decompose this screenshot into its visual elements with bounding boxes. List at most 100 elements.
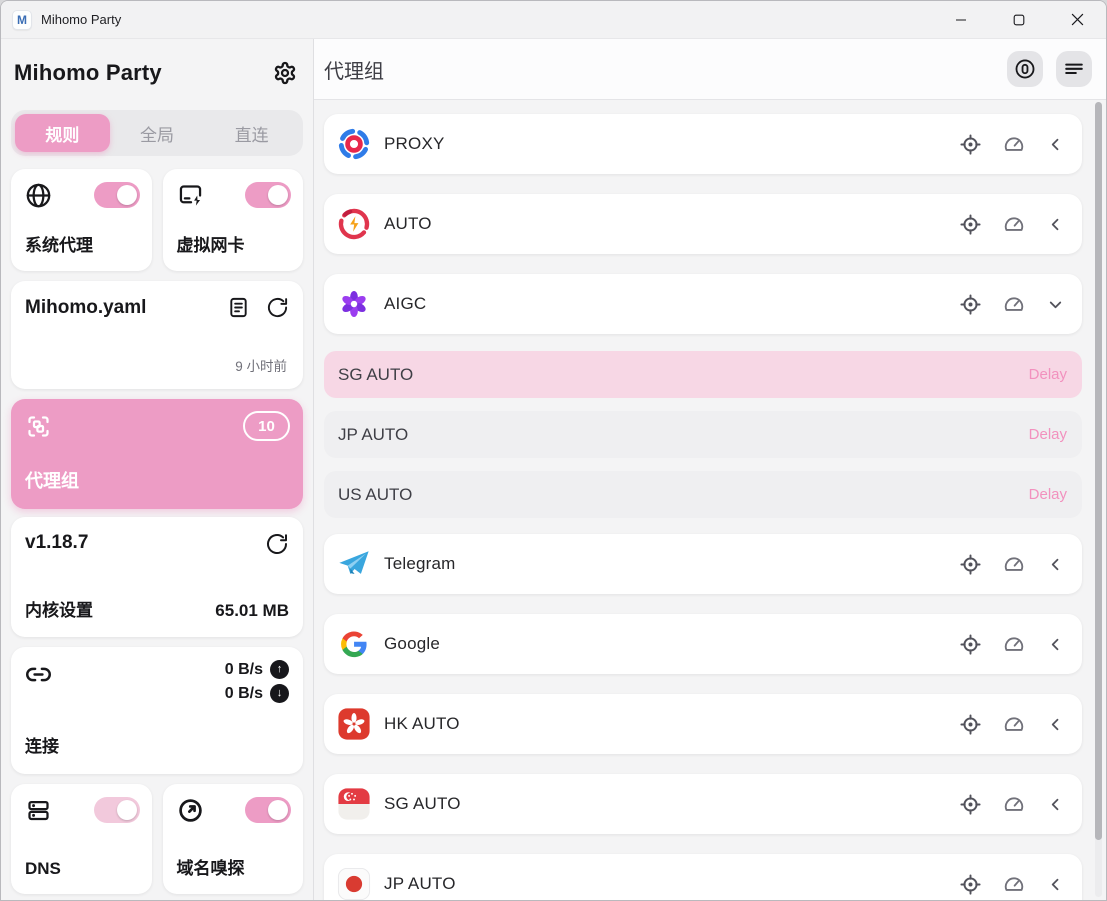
proxy-group-count-badge: 10 (243, 411, 290, 441)
chevron-left-icon (1046, 555, 1065, 574)
sidebar-item-proxy-groups[interactable]: 10 代理组 (11, 399, 303, 509)
speed-test-button[interactable] (1003, 293, 1025, 315)
tun-card[interactable]: 虚拟网卡 (163, 169, 304, 271)
locate-icon (959, 553, 982, 576)
speed-test-icon (1003, 793, 1025, 815)
proxy-group-row[interactable]: JP AUTO (324, 854, 1082, 900)
delay-value[interactable]: Delay (1029, 366, 1067, 383)
collapse-button[interactable] (1046, 215, 1065, 234)
connections-label: 连接 (25, 732, 59, 757)
main-header: 代理组 (314, 39, 1106, 100)
profile-edit-button[interactable] (227, 296, 250, 319)
collapse-button[interactable] (1046, 635, 1065, 654)
core-restart-button[interactable] (265, 532, 289, 556)
chevron-left-icon (1046, 875, 1065, 894)
circled-zero-icon (1014, 58, 1036, 80)
profile-card[interactable]: Mihomo.yaml 9 小时前 (11, 281, 303, 389)
proxy-group-icon (25, 413, 52, 445)
maximize-button[interactable] (990, 1, 1048, 38)
link-icon (25, 675, 52, 692)
chevron-down-icon (1046, 295, 1065, 314)
speed-test-button[interactable] (1003, 633, 1025, 655)
locate-icon (959, 133, 982, 156)
connections-card[interactable]: 0 B/s ↑ 0 B/s ↓ 连接 (11, 647, 303, 774)
main-panel: 代理组 (314, 39, 1106, 900)
delay-mode-button[interactable] (1007, 51, 1043, 87)
proxy-node-item[interactable]: JP AUTO Delay (324, 411, 1082, 458)
locate-button[interactable] (959, 293, 982, 316)
system-proxy-card[interactable]: 系统代理 (11, 169, 152, 271)
tab-rule[interactable]: 规则 (15, 114, 110, 152)
page-title: 代理组 (324, 55, 384, 84)
locate-button[interactable] (959, 553, 982, 576)
locate-button[interactable] (959, 873, 982, 896)
close-button[interactable] (1048, 1, 1106, 38)
speed-test-button[interactable] (1003, 713, 1025, 735)
proxy-group-row[interactable]: Telegram (324, 534, 1082, 594)
collapse-button[interactable] (1046, 135, 1065, 154)
globe-icon (25, 182, 52, 214)
speed-test-icon (1003, 293, 1025, 315)
dns-toggle[interactable] (94, 797, 140, 823)
proxy-group-row[interactable]: SG AUTO (324, 774, 1082, 834)
speed-test-button[interactable] (1003, 133, 1025, 155)
profile-updated-time: 9 小时前 (235, 355, 287, 375)
locate-button[interactable] (959, 133, 982, 156)
app-logo-icon: M (12, 10, 32, 30)
speed-test-button[interactable] (1003, 213, 1025, 235)
refresh-icon (265, 532, 289, 556)
download-speed: 0 B/s ↓ (225, 684, 289, 703)
dns-card[interactable]: DNS (11, 784, 152, 894)
core-version: v1.18.7 (25, 532, 289, 554)
sidebar: Mihomo Party 规则 全局 直连 (1, 39, 314, 900)
align-lines-icon (1063, 58, 1085, 80)
maximize-icon (1013, 14, 1025, 26)
core-settings-card[interactable]: v1.18.7 内核设置 65.01 MB (11, 517, 303, 637)
sniff-card[interactable]: 域名嗅探 (163, 784, 304, 894)
collapse-button[interactable] (1046, 875, 1065, 894)
delay-value[interactable]: Delay (1029, 486, 1067, 503)
proxy-group-row[interactable]: HK AUTO (324, 694, 1082, 754)
speed-test-icon (1003, 633, 1025, 655)
auto-bolt-icon (337, 207, 371, 241)
proxy-group-row[interactable]: Google (324, 614, 1082, 674)
speed-test-button[interactable] (1003, 793, 1025, 815)
tab-global[interactable]: 全局 (110, 114, 205, 152)
proxy-node-item[interactable]: US AUTO Delay (324, 471, 1082, 518)
minimize-button[interactable] (932, 1, 990, 38)
tab-direct[interactable]: 直连 (204, 114, 299, 152)
settings-button[interactable] (273, 61, 297, 85)
proxy-node-item[interactable]: SG AUTO Delay (324, 351, 1082, 398)
proxy-group-row[interactable]: AUTO (324, 194, 1082, 254)
close-icon (1071, 13, 1084, 26)
chevron-left-icon (1046, 715, 1065, 734)
proxy-group-row[interactable]: PROXY (324, 114, 1082, 174)
speed-test-button[interactable] (1003, 873, 1025, 895)
locate-icon (959, 633, 982, 656)
collapse-button[interactable] (1046, 295, 1065, 314)
collapse-button[interactable] (1046, 715, 1065, 734)
core-settings-label: 内核设置 (25, 596, 93, 621)
collapse-button[interactable] (1046, 795, 1065, 814)
window-controls (932, 1, 1106, 38)
profile-refresh-button[interactable] (266, 296, 289, 319)
locate-icon (959, 293, 982, 316)
locate-button[interactable] (959, 633, 982, 656)
system-proxy-toggle[interactable] (94, 182, 140, 208)
scrollbar-thumb[interactable] (1095, 102, 1102, 840)
titlebar: M Mihomo Party (1, 1, 1106, 39)
delay-value[interactable]: Delay (1029, 426, 1067, 443)
list-layout-button[interactable] (1056, 51, 1092, 87)
sidebar-header: Mihomo Party (11, 51, 303, 95)
download-arrow-icon: ↓ (270, 684, 289, 703)
locate-button[interactable] (959, 713, 982, 736)
collapse-button[interactable] (1046, 555, 1065, 574)
proxy-group-row[interactable]: AIGC (324, 274, 1082, 334)
locate-button[interactable] (959, 793, 982, 816)
speed-test-button[interactable] (1003, 553, 1025, 575)
sniff-toggle[interactable] (245, 797, 291, 823)
sg-flag-icon (337, 787, 371, 821)
locate-button[interactable] (959, 213, 982, 236)
tun-toggle[interactable] (245, 182, 291, 208)
refresh-icon (266, 296, 289, 319)
